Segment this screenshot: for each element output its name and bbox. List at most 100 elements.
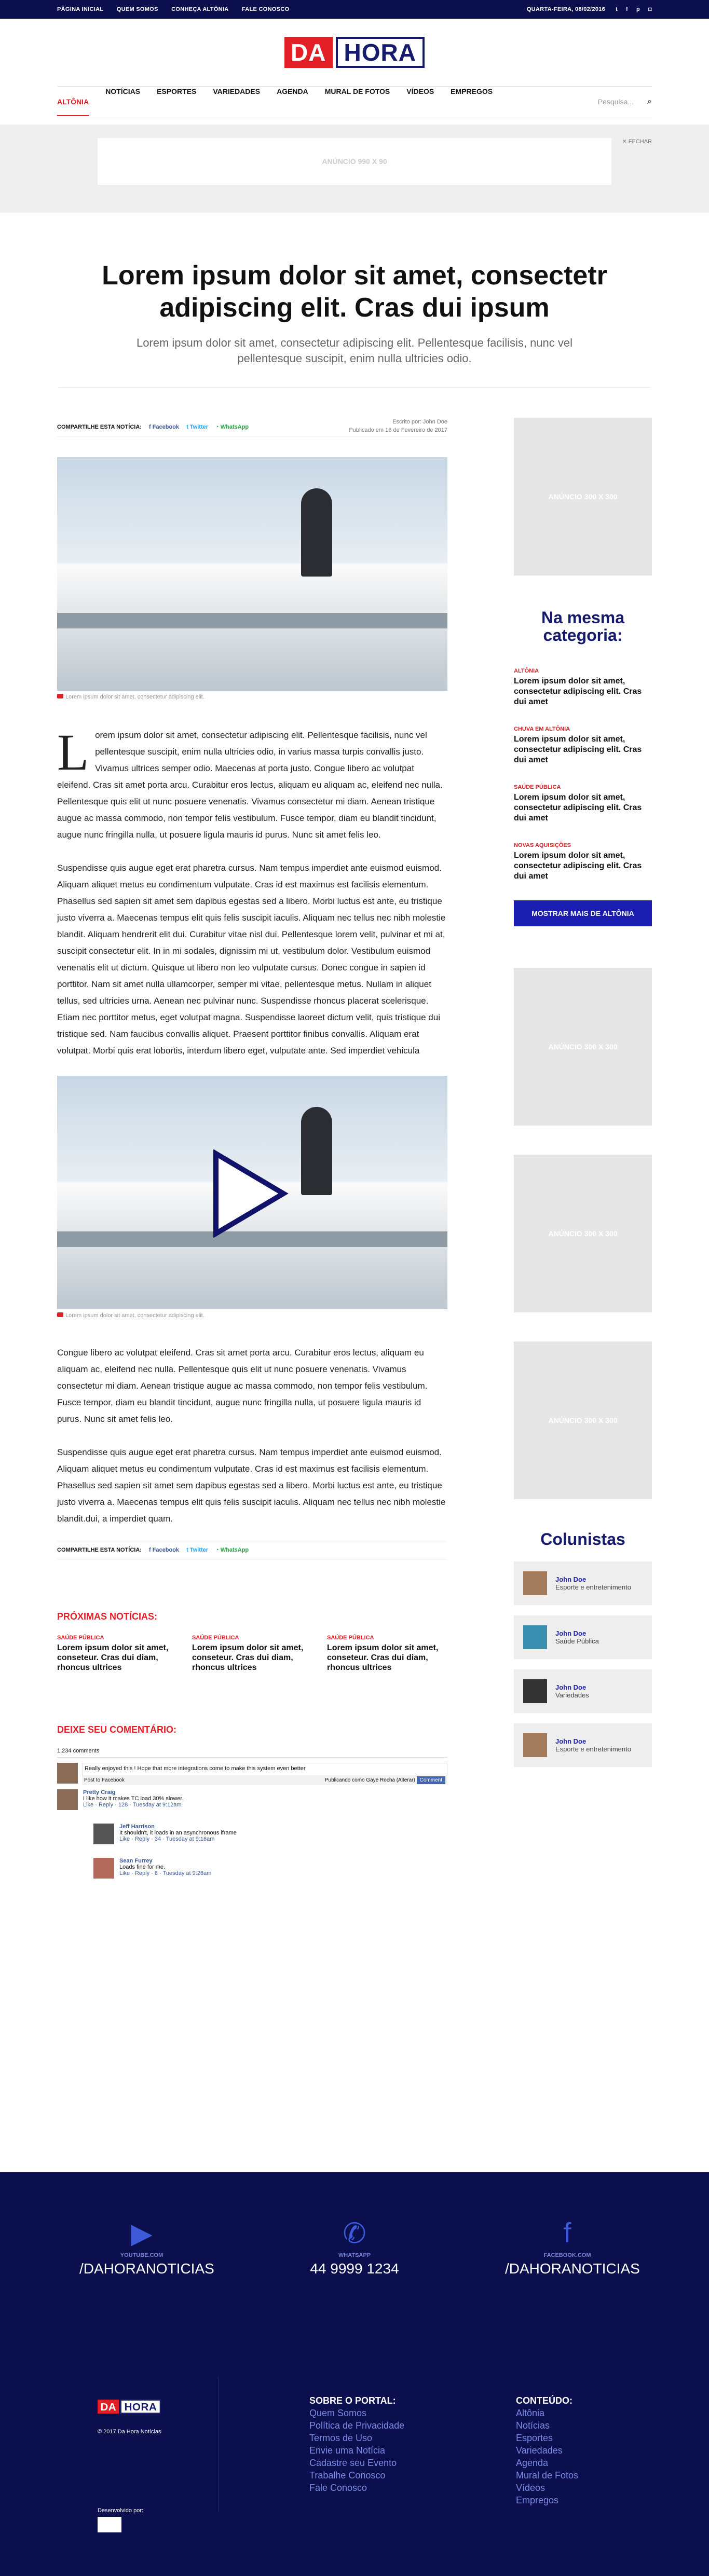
footer-link[interactable]: Mural de Fotos	[516, 2469, 578, 2482]
comment-author[interactable]: Jeff Harrison	[119, 1824, 237, 1830]
nav-esportes[interactable]: ESPORTES	[157, 87, 196, 116]
footer-link[interactable]: Política de Privacidade	[309, 2419, 404, 2432]
developer-logo[interactable]	[98, 2517, 121, 2532]
top-link-fale[interactable]: FALE CONOSCO	[242, 6, 290, 12]
nav-agenda[interactable]: AGENDA	[277, 87, 308, 116]
footer-link[interactable]: Termos de Uso	[309, 2432, 404, 2444]
columnist-section: Saúde Pública	[555, 1637, 599, 1645]
avatar	[57, 1763, 78, 1784]
comment-author[interactable]: Sean Furrey	[119, 1858, 211, 1864]
post-facebook-checkbox[interactable]: Post to Facebook	[84, 1777, 125, 1783]
close-ad-button[interactable]: ✕ FECHAR	[622, 138, 652, 145]
logo-hora: HORA	[335, 37, 425, 68]
comment-meta[interactable]: Like · Reply · 34 · Tuesday at 9:16am	[119, 1836, 237, 1842]
share-whatsapp[interactable]: ◔ WhatsApp	[215, 424, 249, 430]
columnist[interactable]: John Doe Esporte e entretenimento	[514, 1723, 652, 1767]
pinterest-icon[interactable]: p	[636, 6, 640, 12]
footer-link[interactable]: Esportes	[516, 2432, 578, 2444]
article-video[interactable]	[57, 1076, 447, 1309]
share-facebook[interactable]: f Facebook	[149, 1547, 179, 1553]
related-item[interactable]: CHUVA EM ALTÔNIA Lorem ipsum dolor sit am…	[514, 726, 652, 765]
footer-link[interactable]: Agenda	[516, 2457, 578, 2469]
sidebar-ad[interactable]: ANÚNCIO 300 X 300	[514, 1341, 652, 1499]
card-tag: SAÚDE PÚBLICA	[327, 1635, 374, 1641]
columnist[interactable]: John Doe Esporte e entretenimento	[514, 1561, 652, 1605]
youtube-icon: ▶	[131, 2218, 153, 2249]
search-icon[interactable]: ⌕	[647, 97, 652, 106]
comment-reply: Sean Furrey Loads fine for me. Like · Repl…	[93, 1858, 447, 1879]
article-body: Lorem ipsum dolor sit amet, consectetur …	[57, 727, 447, 1059]
related-title-text: Lorem ipsum dolor sit amet, consectetur …	[514, 735, 642, 764]
next-news: PRÓXIMAS NOTÍCIAS: SAÚDE PÚBLICA Lorem ip…	[57, 1611, 447, 1673]
share-twitter[interactable]: t Twitter	[186, 1547, 208, 1553]
next-card[interactable]: SAÚDE PÚBLICA Lorem ipsum dolor sit amet,…	[57, 1635, 178, 1673]
social-label: YOUTUBE.COM	[120, 2252, 163, 2258]
nav-altonia[interactable]: ALTÔNIA	[57, 98, 89, 116]
footer-link[interactable]: Trabalhe Conosco	[309, 2469, 404, 2482]
footer-link[interactable]: Envie uma Notícia	[309, 2444, 404, 2457]
article-title: Lorem ipsum dolor sit amet, consectetr a…	[102, 261, 607, 323]
share-whatsapp[interactable]: ◔ WhatsApp	[215, 1547, 249, 1553]
share-twitter[interactable]: t Twitter	[186, 424, 208, 430]
sidebar-ad[interactable]: ANÚNCIO 300 X 300	[514, 1155, 652, 1312]
avatar	[57, 1789, 78, 1810]
next-card[interactable]: SAÚDE PÚBLICA Lorem ipsum dolor sit amet,…	[192, 1635, 312, 1673]
top-link-inicio[interactable]: PÁGINA INICIAL	[57, 6, 103, 12]
social-whatsapp[interactable]: ✆ WHATSAPP 44 9999 1234	[292, 2217, 417, 2327]
footer-link[interactable]: Cadastre seu Evento	[309, 2457, 404, 2469]
paragraph: Suspendisse quis augue eget erat pharetr…	[57, 863, 446, 1056]
nav-empregos[interactable]: EMPREGOS	[451, 87, 493, 116]
search-input[interactable]: Pesquisa...	[598, 98, 634, 106]
comment-meta[interactable]: Like · Reply · 128 · Tuesday at 9:12am	[83, 1802, 184, 1808]
footer-link[interactable]: Notícias	[516, 2419, 578, 2432]
share-facebook[interactable]: f Facebook	[149, 424, 179, 430]
nav-mural[interactable]: MURAL DE FOTOS	[325, 87, 390, 116]
comment-author[interactable]: Pretty Craig	[83, 1789, 184, 1796]
top-ad[interactable]: ANÚNCIO 990 X 90	[98, 138, 611, 185]
footer-link[interactable]: Quem Somos	[309, 2407, 404, 2419]
nav-variedades[interactable]: VARIEDADES	[213, 87, 260, 116]
top-link-conheca[interactable]: CONHEÇA ALTÔNIA	[171, 6, 228, 12]
social-facebook[interactable]: f FACEBOOK.COM/DAHORANOTICIAS	[505, 2217, 640, 2327]
related-title-text: Lorem ipsum dolor sit amet, consectetur …	[514, 793, 642, 823]
logo[interactable]: DA HORA	[284, 37, 425, 68]
columnist-section: Variedades	[555, 1691, 589, 1699]
photo-caption: Lorem ipsum dolor sit amet, consectetur …	[57, 694, 447, 700]
related-item[interactable]: NOVAS AQUISIÇÕES Lorem ipsum dolor sit am…	[514, 842, 652, 882]
social-youtube[interactable]: ▶ YOUTUBE.COM/DAHORANOTICIAS	[79, 2217, 214, 2327]
twitter-icon[interactable]: t	[616, 6, 618, 12]
social-value: 44 9999 1234	[310, 2260, 399, 2277]
nav-noticias[interactable]: NOTÍCIAS	[105, 87, 140, 116]
footer-link[interactable]: Empregos	[516, 2494, 578, 2506]
sidebar-ad[interactable]: ANÚNCIO 300 X 300	[514, 418, 652, 576]
comment-meta[interactable]: Like · Reply · 8 · Tuesday at 9:26am	[119, 1870, 211, 1876]
footer-link[interactable]: Variedades	[516, 2444, 578, 2457]
footer-link[interactable]: Altônia	[516, 2407, 578, 2419]
card-tag: SAÚDE PÚBLICA	[192, 1635, 239, 1641]
footer-divider	[218, 2377, 219, 2512]
footer-link[interactable]: Fale Conosco	[309, 2482, 404, 2494]
top-links: PÁGINA INICIAL QUEM SOMOS CONHEÇA ALTÔNI…	[57, 6, 301, 12]
comment-input[interactable]: Really enjoyed this ! Hope that more int…	[82, 1763, 447, 1775]
top-link-quem-somos[interactable]: QUEM SOMOS	[117, 6, 158, 12]
columnist[interactable]: John Doe Variedades	[514, 1669, 652, 1713]
nav-videos[interactable]: VÍDEOS	[406, 87, 434, 116]
footer-link[interactable]: Vídeos	[516, 2482, 578, 2494]
instagram-icon[interactable]: ◘	[648, 6, 652, 12]
facebook-icon[interactable]: f	[626, 6, 628, 12]
comment-text: It shouldn't, it loads in an asynchronou…	[119, 1830, 237, 1836]
related-item[interactable]: ALTÔNIA Lorem ipsum dolor sit amet, conse…	[514, 668, 652, 707]
more-button[interactable]: MOSTRAR MAIS DE ALTÔNIA	[514, 900, 652, 926]
top-ad-strip: ANÚNCIO 990 X 90 ✕ FECHAR	[0, 125, 709, 213]
whatsapp-icon: ✆	[343, 2218, 366, 2249]
columnist[interactable]: John Doe Saúde Pública	[514, 1615, 652, 1659]
sidebar-ad[interactable]: ANÚNCIO 300 X 300	[514, 968, 652, 1126]
comment-count: 1,234 comments	[57, 1748, 447, 1758]
footer-logo[interactable]: DA HORA	[98, 2400, 161, 2414]
play-icon[interactable]	[211, 1149, 289, 1238]
comment-submit-button[interactable]: Comment	[416, 1776, 445, 1784]
related-item[interactable]: SAÚDE PÚBLICA Lorem ipsum dolor sit amet,…	[514, 784, 652, 824]
share-label: COMPARTILHE ESTA NOTÍCIA:	[57, 1547, 142, 1553]
footer-content: CONTEÚDO: Altônia Notícias Esportes Vari…	[516, 2394, 578, 2506]
next-card[interactable]: SAÚDE PÚBLICA Lorem ipsum dolor sit amet,…	[327, 1635, 447, 1673]
